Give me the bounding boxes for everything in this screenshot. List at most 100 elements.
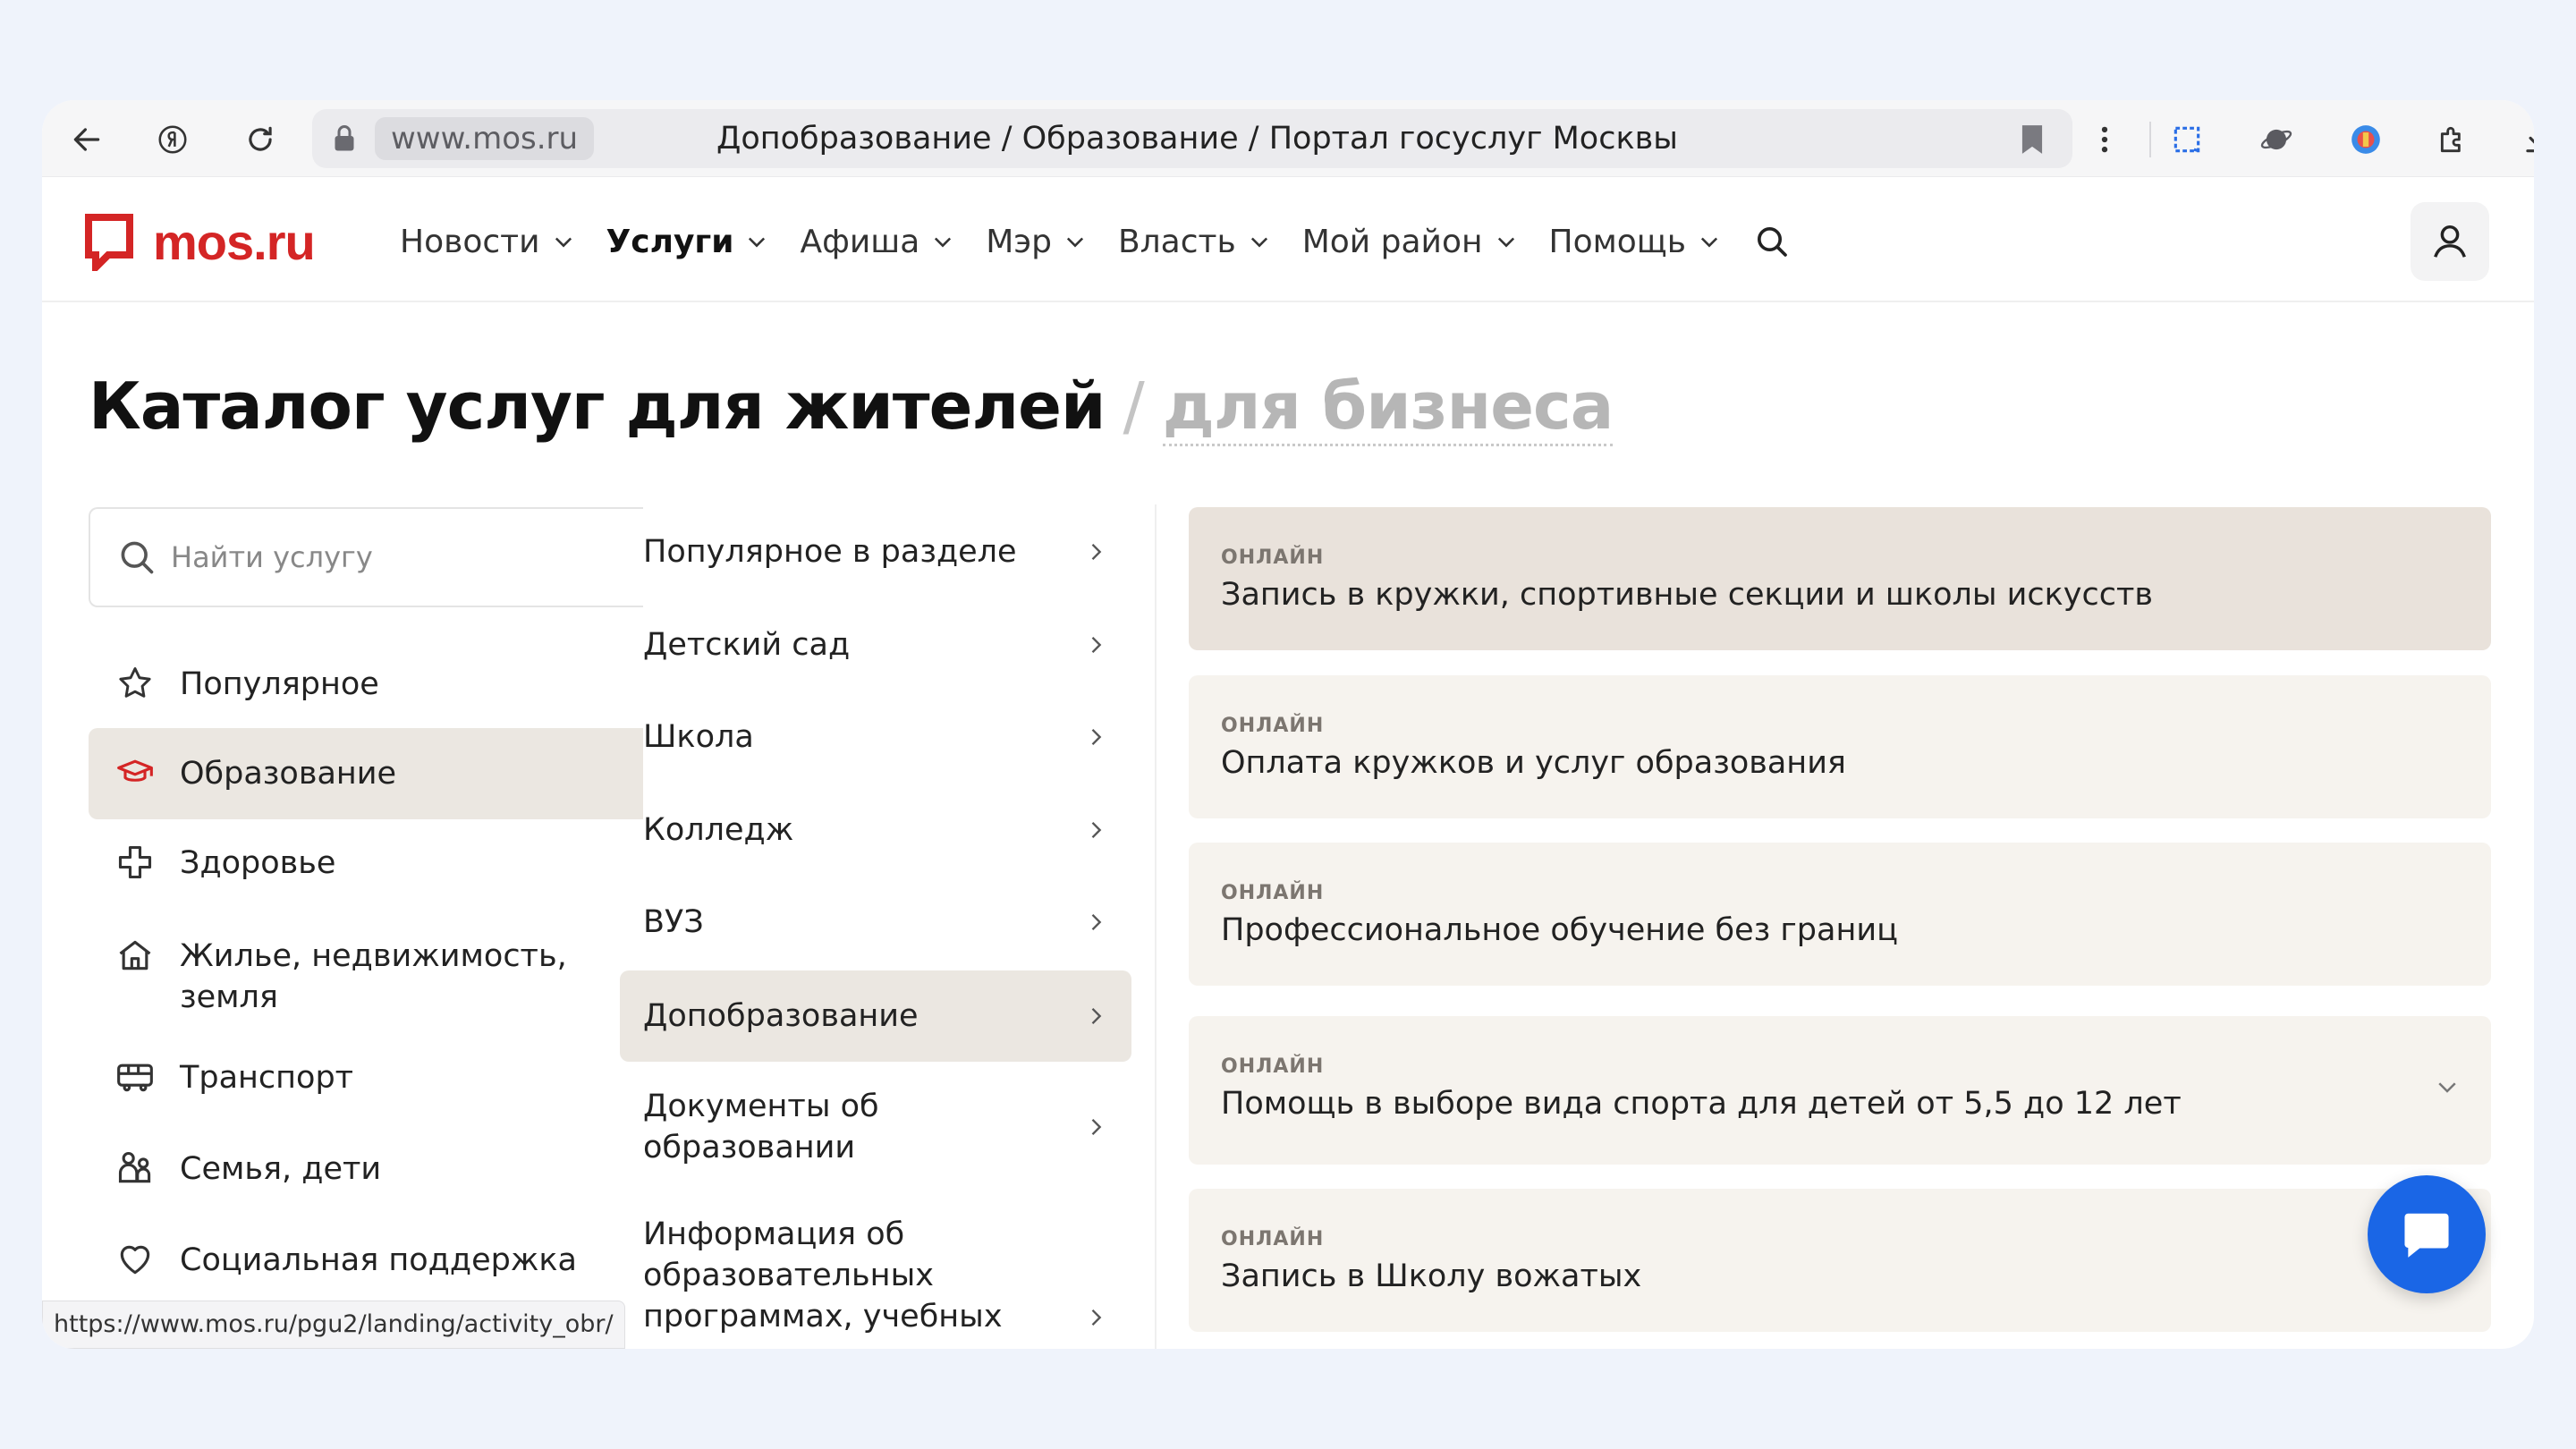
domain-pill[interactable]: www.mos.ru — [375, 117, 595, 160]
nav-news[interactable]: Новости — [400, 216, 576, 267]
chevron-right-icon — [1091, 1008, 1102, 1024]
back-arrow-icon[interactable] — [69, 122, 105, 157]
online-badge: ОНЛАЙН — [1221, 1055, 1325, 1078]
extension-globe-icon[interactable] — [2348, 122, 2384, 157]
nav-label: Мой район — [1301, 223, 1483, 260]
chevron-down-icon — [1700, 237, 1717, 248]
profile-button[interactable] — [2411, 202, 2489, 281]
subcategory-label: Колледж — [643, 812, 794, 848]
bookmark-icon[interactable] — [2017, 123, 2047, 157]
category-transport[interactable]: Транспорт — [89, 1043, 643, 1114]
service-card[interactable]: ОНЛАЙН Помощь в выборе вида спорта для д… — [1189, 1016, 2491, 1165]
search-button[interactable] — [1752, 222, 1792, 261]
category-social-support[interactable]: Социальная поддержка — [89, 1225, 643, 1297]
vpn-planet-icon[interactable] — [2258, 122, 2294, 157]
chevron-right-icon — [1091, 822, 1102, 838]
chevron-down-icon — [1066, 237, 1084, 248]
chevron-down-icon — [1497, 237, 1514, 248]
column-divider — [1155, 504, 1157, 1349]
chat-bubble-icon — [2404, 1213, 2449, 1258]
nav-authority[interactable]: Власть — [1118, 216, 1272, 267]
service-card[interactable]: ОНЛАЙН Запись в Школу вожатых — [1189, 1189, 2491, 1332]
lock-icon — [335, 125, 354, 151]
subcategory-education-documents[interactable]: Документы об образовании — [620, 1069, 1131, 1185]
chevron-down-icon[interactable] — [2434, 1073, 2461, 1100]
yandex-home-icon[interactable] — [155, 122, 191, 157]
logo-mark-icon — [85, 213, 133, 271]
nav-label: Афиша — [800, 223, 920, 260]
service-title: Запись в Школу вожатых — [1221, 1258, 1642, 1294]
subcategory-additional-education[interactable]: Допобразование — [620, 970, 1131, 1062]
service-card[interactable]: ОНЛАЙН Оплата кружков и услуг образовани… — [1189, 675, 2491, 818]
browser-window: www.mos.ru Допобразование / Образование … — [42, 100, 2534, 1349]
subcategory-label: Документы об образовании — [643, 1089, 879, 1165]
category-label: Популярное — [180, 666, 379, 702]
chevron-right-icon — [1091, 914, 1102, 930]
category-education[interactable]: Образование — [89, 728, 643, 819]
subcategory-kindergarten[interactable]: Детский сад — [620, 600, 1131, 690]
subcategory-label: ВУЗ — [643, 904, 704, 940]
nav-label: Мэр — [986, 223, 1052, 260]
service-card[interactable]: ОНЛАЙН Запись в кружки, спортивные секци… — [1189, 507, 2491, 650]
health-cross-icon — [118, 845, 152, 879]
nav-label: Новости — [400, 223, 540, 260]
nav-my-district[interactable]: Мой район — [1302, 216, 1519, 267]
nav-services[interactable]: Услуги — [606, 216, 770, 267]
category-label: Жилье, недвижимость, земля — [180, 938, 567, 1015]
chevron-down-icon — [749, 237, 766, 248]
subcategory-label: Популярное в разделе — [643, 534, 1017, 570]
address-bar[interactable]: www.mos.ru Допобразование / Образование … — [312, 109, 2072, 168]
service-card[interactable]: ОНЛАЙН Профессиональное обучение без гра… — [1189, 843, 2491, 986]
subcategory-school[interactable]: Школа — [620, 692, 1131, 782]
subcategory-label: Школа — [643, 719, 754, 755]
nav-label: Власть — [1117, 223, 1236, 260]
nav-help[interactable]: Помощь — [1549, 216, 1722, 267]
subcategory-university[interactable]: ВУЗ — [620, 877, 1131, 967]
house-icon — [119, 940, 151, 970]
user-icon — [2434, 225, 2466, 258]
star-icon — [119, 667, 151, 698]
online-badge: ОНЛАЙН — [1221, 547, 1325, 569]
category-label: Социальная поддержка — [180, 1242, 577, 1278]
page-title: Каталог услуг для жителей — [89, 369, 1106, 444]
subcategory-label: Информация об образовательных программах… — [643, 1216, 1003, 1335]
nav-mayor[interactable]: Мэр — [986, 216, 1088, 267]
bus-icon — [117, 1063, 153, 1092]
more-menu-icon[interactable] — [2087, 122, 2123, 157]
category-popular[interactable]: Популярное — [89, 653, 643, 716]
subcategory-popular[interactable]: Популярное в разделе — [620, 507, 1131, 597]
extensions-puzzle-icon[interactable] — [2436, 122, 2471, 157]
chevron-right-icon — [1091, 1309, 1102, 1326]
search-icon — [121, 541, 154, 574]
online-badge: ОНЛАЙН — [1221, 882, 1325, 904]
family-icon — [118, 1151, 151, 1183]
nav-afisha[interactable]: Афиша — [800, 216, 955, 267]
category-housing[interactable]: Жилье, недвижимость, земля — [89, 918, 643, 1025]
browser-toolbar: www.mos.ru Допобразование / Образование … — [42, 100, 2534, 177]
tab-title: Допобразование / Образование / Портал го… — [716, 121, 1678, 157]
chat-button[interactable] — [2368, 1175, 2486, 1293]
reload-icon[interactable] — [242, 122, 278, 157]
heading-separator: / — [1123, 369, 1145, 444]
link-status-bar: https://www.mos.ru/pgu2/landing/activity… — [42, 1301, 625, 1349]
graduation-cap-icon — [117, 759, 153, 782]
download-icon[interactable] — [2520, 122, 2534, 157]
mos-ru-logo[interactable]: mos.ru — [85, 213, 316, 271]
chevron-down-icon — [1250, 237, 1267, 248]
nav-label: Помощь — [1548, 223, 1686, 260]
heart-icon — [120, 1245, 150, 1275]
site-header: mos.ru Новости Услуги Афиша Мэр Власть М… — [42, 177, 2534, 302]
subcategory-college[interactable]: Колледж — [620, 785, 1131, 875]
subcategory-program-info[interactable]: Информация об образовательных программах… — [620, 1198, 1131, 1349]
business-catalog-link[interactable]: для бизнеса — [1162, 369, 1614, 446]
category-health[interactable]: Здоровье — [89, 828, 643, 902]
service-title: Помощь в выборе вида спорта для детей от… — [1221, 1086, 2182, 1122]
online-badge: ОНЛАЙН — [1221, 715, 1325, 737]
screenshot-icon[interactable] — [2169, 122, 2205, 157]
service-search[interactable] — [89, 507, 643, 607]
search-input[interactable] — [171, 540, 600, 574]
toolbar-divider — [2149, 122, 2151, 157]
category-family[interactable]: Семья, дети — [89, 1134, 643, 1206]
category-label: Образование — [180, 756, 397, 792]
category-label: Здоровье — [180, 845, 336, 881]
